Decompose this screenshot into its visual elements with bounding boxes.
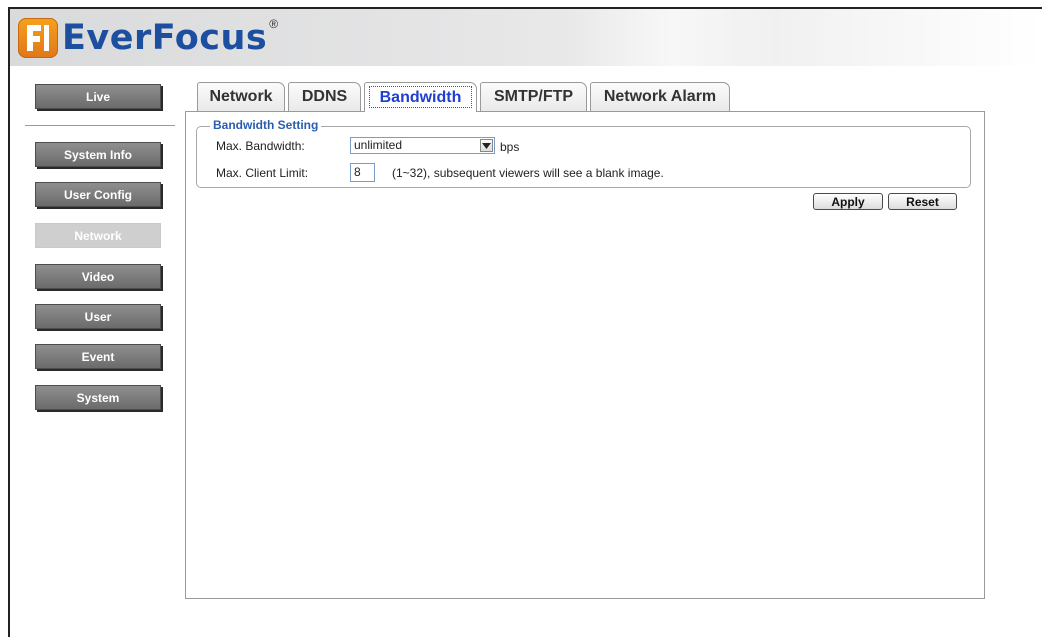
max-bandwidth-value: unlimited: [354, 138, 403, 152]
sidebar-item-event[interactable]: Event: [35, 344, 161, 369]
bandwidth-unit: bps: [500, 140, 520, 154]
sidebar-item-video[interactable]: Video: [35, 264, 161, 289]
sidebar-item-user-config[interactable]: User Config: [35, 182, 161, 207]
reset-button[interactable]: Reset: [888, 193, 957, 210]
max-bandwidth-select[interactable]: unlimited: [350, 137, 495, 154]
tab-network[interactable]: Network: [197, 82, 285, 111]
sidebar-item-live[interactable]: Live: [35, 84, 161, 109]
group-legend: Bandwidth Setting: [210, 118, 322, 132]
tab-ddns[interactable]: DDNS: [288, 82, 361, 111]
brand-logo: EverFocus ®: [18, 17, 278, 59]
tab-network-alarm[interactable]: Network Alarm: [590, 82, 730, 111]
brand-name: EverFocus: [62, 18, 268, 58]
sidebar-item-system-info[interactable]: System Info: [35, 142, 161, 167]
max-client-input[interactable]: 8: [350, 163, 375, 182]
sidebar-item-user[interactable]: User: [35, 304, 161, 329]
apply-button[interactable]: Apply: [813, 193, 883, 210]
chevron-down-icon[interactable]: [480, 139, 493, 152]
max-client-hint: (1~32), subsequent viewers will see a bl…: [392, 166, 664, 180]
tab-smtp-ftp[interactable]: SMTP/FTP: [480, 82, 587, 111]
registered-mark: ®: [269, 17, 279, 31]
sidebar-item-network[interactable]: Network: [35, 223, 161, 248]
sidebar-item-system[interactable]: System: [35, 385, 161, 410]
max-client-label: Max. Client Limit:: [216, 166, 309, 180]
everfocus-logo-icon: [18, 18, 58, 58]
tab-bandwidth[interactable]: Bandwidth: [364, 82, 477, 112]
max-bandwidth-label: Max. Bandwidth:: [216, 139, 305, 153]
sidebar-divider: [25, 125, 175, 126]
